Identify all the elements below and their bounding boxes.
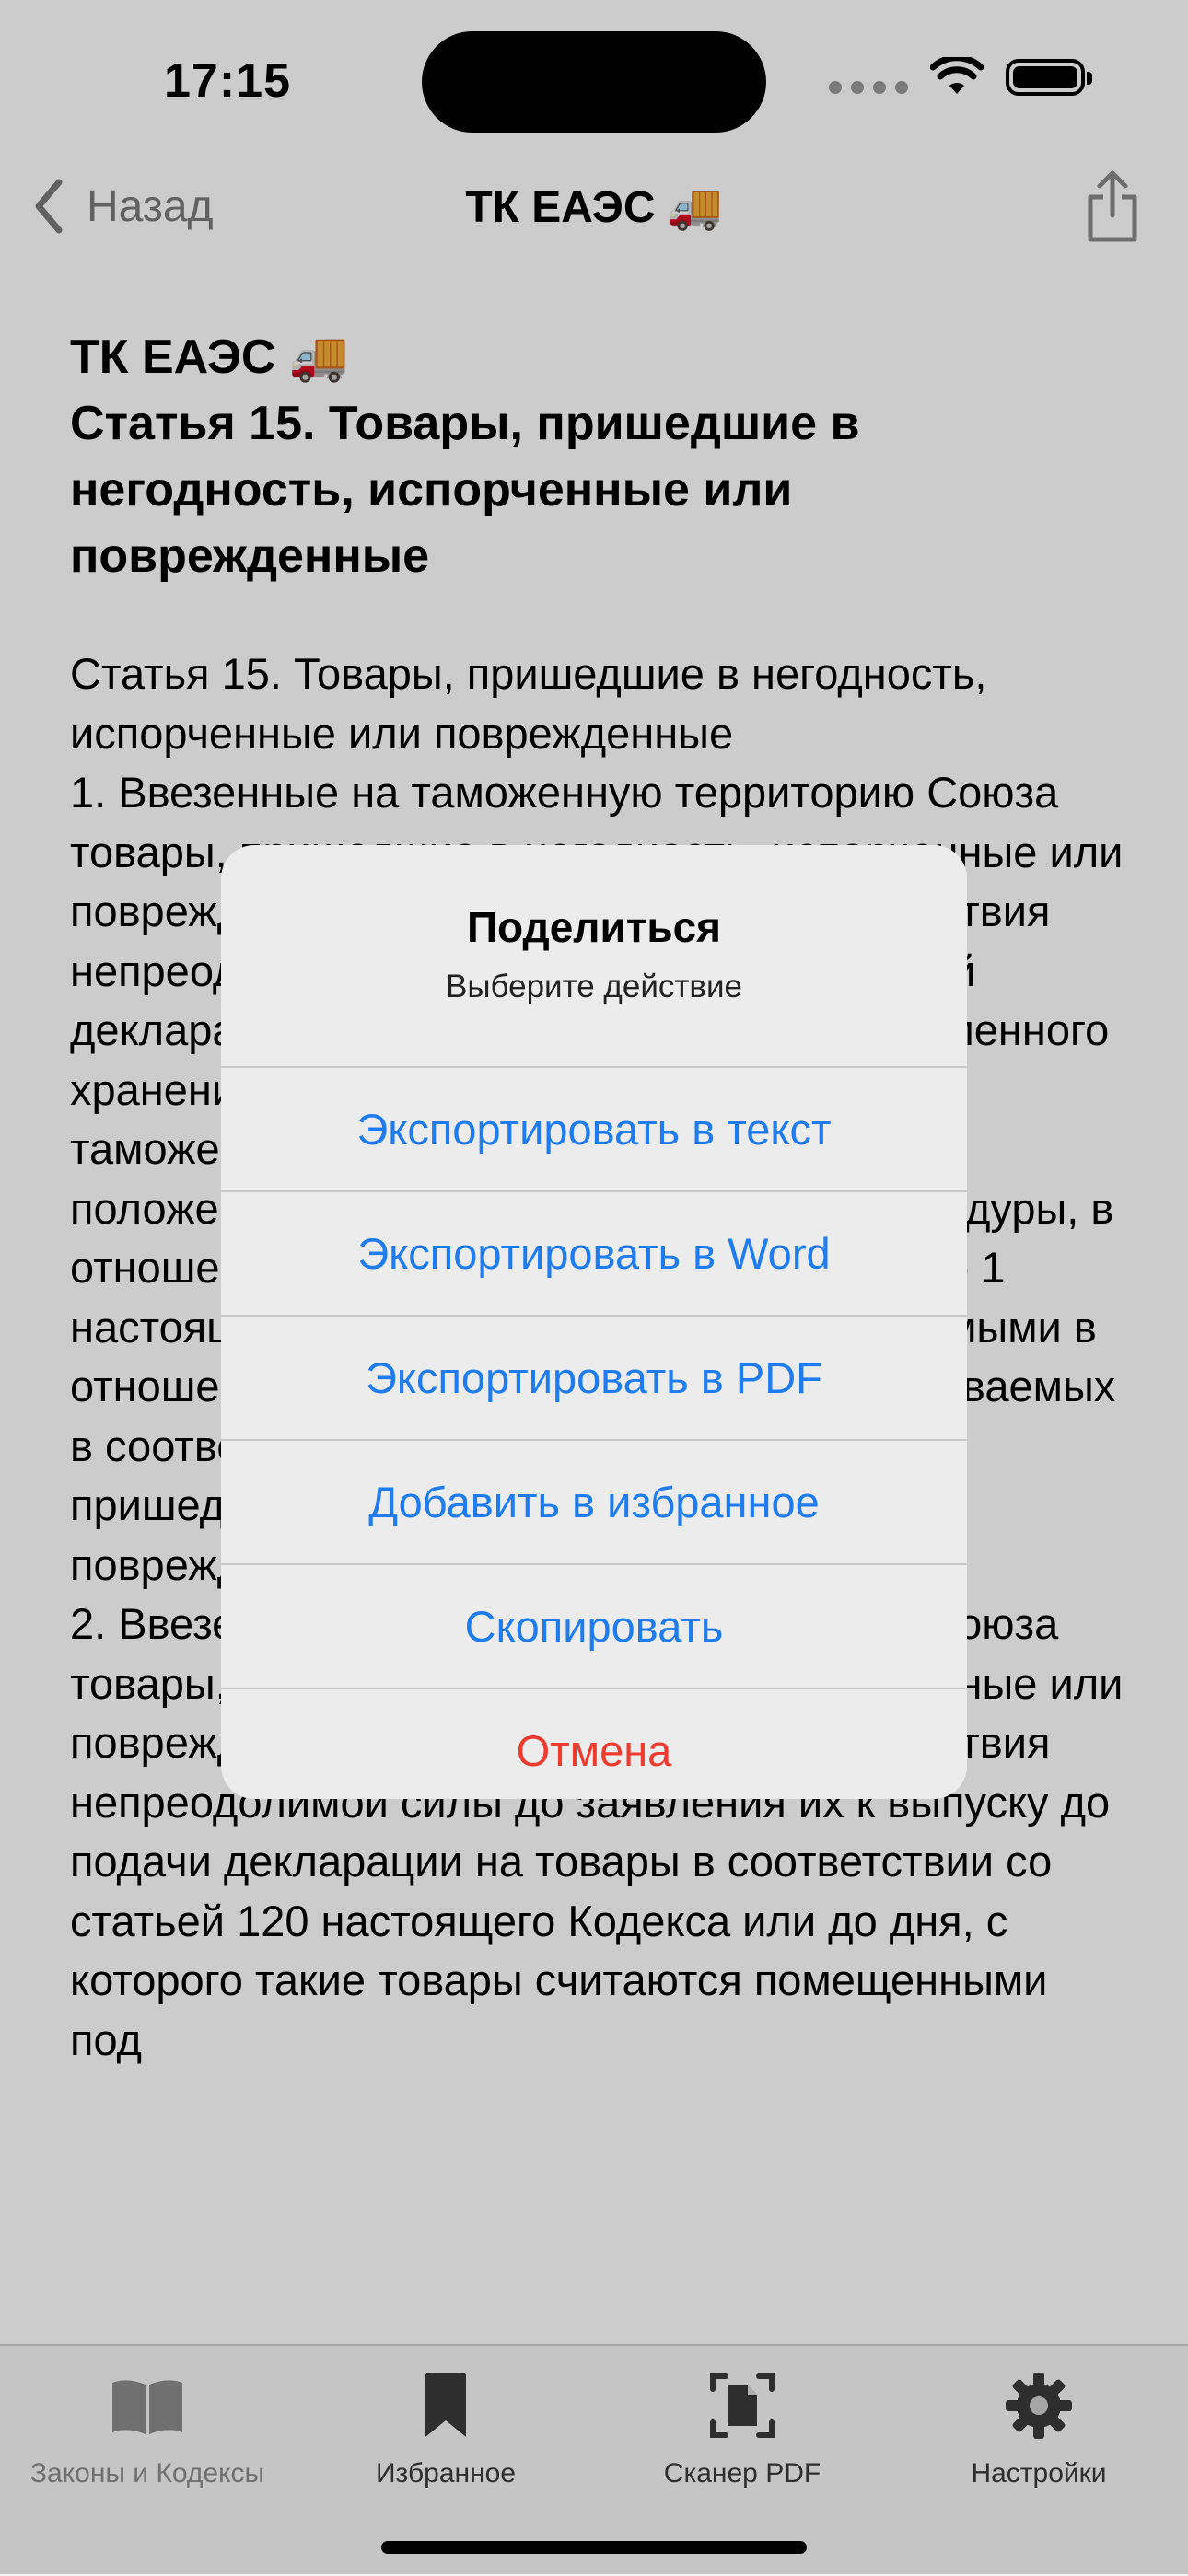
cancel-button[interactable]: Отмена <box>221 1688 967 1799</box>
export-pdf-button[interactable]: Экспортировать в PDF <box>221 1315 967 1439</box>
export-text-button[interactable]: Экспортировать в текст <box>221 1066 967 1190</box>
copy-button[interactable]: Скопировать <box>221 1563 967 1688</box>
share-dialog-title: Поделиться <box>466 903 722 951</box>
share-dialog-header: Поделиться Выберите действие <box>221 845 967 1066</box>
export-word-button[interactable]: Экспортировать в Word <box>221 1190 967 1315</box>
add-favorite-button[interactable]: Добавить в избранное <box>221 1439 967 1563</box>
share-dialog-subtitle: Выберите действие <box>445 969 743 1004</box>
share-dialog: Поделиться Выберите действие Экспортиров… <box>221 845 967 1799</box>
